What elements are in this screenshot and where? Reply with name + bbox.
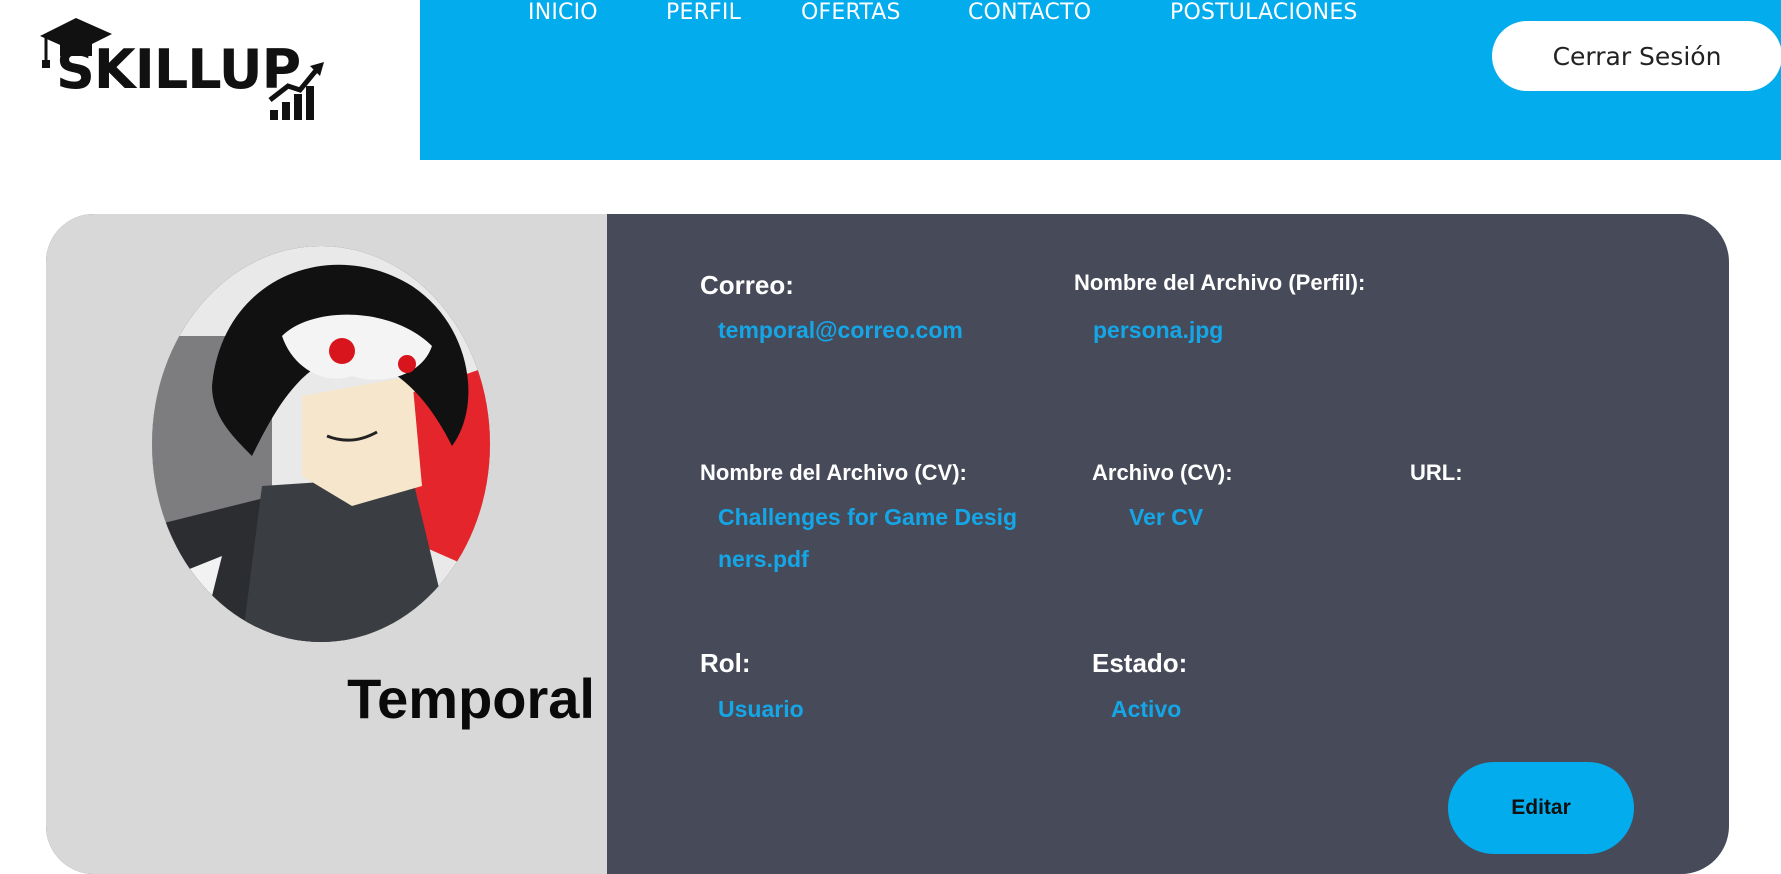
logout-button[interactable]: Cerrar Sesión	[1492, 21, 1781, 91]
logo-area: SKILLUP	[0, 0, 420, 160]
url-label: URL:	[1410, 460, 1463, 485]
nav-ofertas[interactable]: OFERTAS	[801, 0, 901, 25]
role-value: Usuario	[718, 696, 804, 722]
top-navbar: INICIO PERFIL OFERTAS CONTACTO POSTULACI…	[420, 0, 1781, 160]
profile-file-value: persona.jpg	[1093, 317, 1224, 343]
nav-perfil[interactable]: PERFIL	[666, 0, 741, 25]
nav-contacto[interactable]: CONTACTO	[968, 0, 1091, 25]
email-label: Correo:	[700, 270, 794, 300]
email-value: temporal@correo.com	[718, 317, 963, 343]
edit-button[interactable]: Editar	[1448, 762, 1634, 854]
profile-name: Temporal	[347, 667, 595, 730]
cv-file-value: Challenges for Game Designers.pdf	[718, 504, 1018, 572]
nav-postulaciones[interactable]: POSTULACIONES	[1170, 0, 1358, 25]
profile-avatar	[152, 246, 490, 642]
profile-left-panel: Temporal	[46, 214, 607, 874]
view-cv-link[interactable]: Ver CV	[1129, 496, 1203, 538]
cv-file-label: Nombre del Archivo (CV):	[700, 460, 967, 485]
avatar-illustration	[152, 246, 490, 642]
profile-card: Temporal Correo: temporal@correo.com Nom…	[46, 214, 1729, 874]
nav-inicio[interactable]: INICIO	[528, 0, 598, 25]
skillup-logo: SKILLUP	[40, 18, 324, 120]
profile-file-label: Nombre del Archivo (Perfil):	[1074, 270, 1366, 295]
role-label: Rol:	[700, 648, 751, 678]
status-value: Activo	[1111, 696, 1182, 722]
cv-link-label: Archivo (CV):	[1092, 460, 1233, 485]
status-label: Estado:	[1092, 648, 1188, 678]
svg-text:SKILLUP: SKILLUP	[56, 38, 300, 101]
